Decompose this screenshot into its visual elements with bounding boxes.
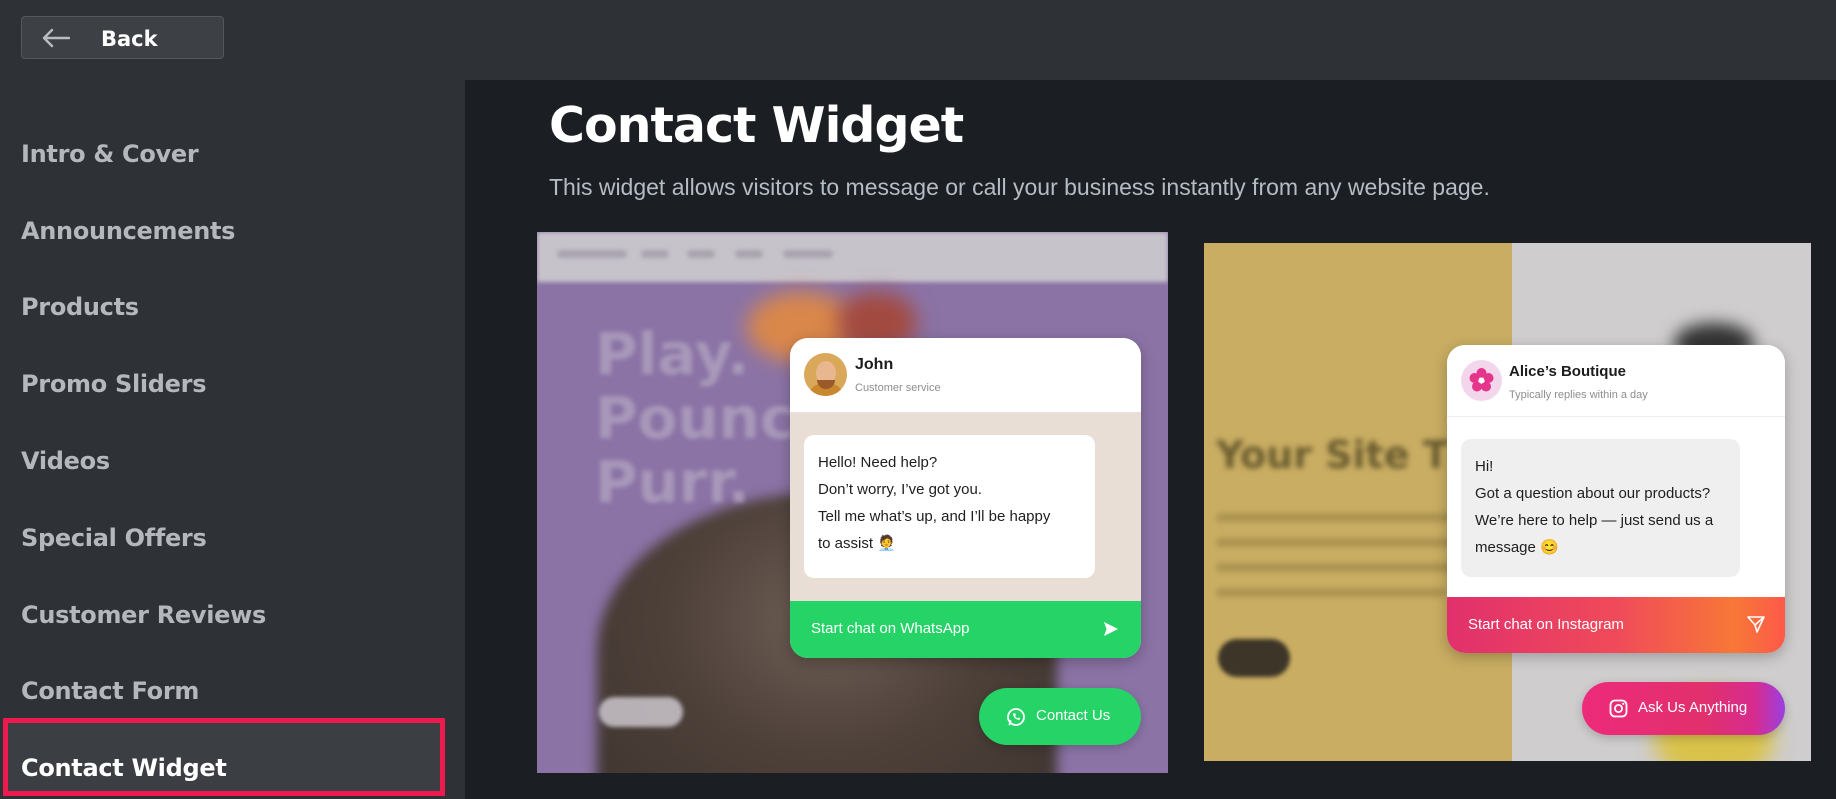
- message-line: Tell me what’s up, and I’ll be happy: [818, 508, 1051, 525]
- ask-us-anything-label: Ask Us Anything: [1638, 699, 1748, 716]
- top-bar: Back: [0, 0, 1836, 80]
- agent-name: Alice’s Boutique: [1509, 363, 1626, 380]
- chat-body: Hi! Got a question about our products? W…: [1447, 416, 1785, 597]
- message-line: Got a question about our products?: [1475, 485, 1711, 502]
- preview-nav-link: [783, 250, 833, 258]
- preview-text-line: [1216, 513, 1466, 522]
- sidebar-item-products[interactable]: Products: [21, 293, 139, 321]
- page-title: Contact Widget: [549, 97, 964, 154]
- message-line: Don’t worry, I’ve got you.: [818, 481, 982, 498]
- message-line: message 😊: [1475, 539, 1559, 556]
- cta-label: Start chat on Instagram: [1468, 616, 1624, 633]
- sidebar-item-announcements[interactable]: Announcements: [21, 217, 235, 245]
- preview-nav-link: [735, 250, 763, 258]
- flower-logo-icon: [1461, 360, 1502, 401]
- chat-card-header: Alice’s Boutique Typically replies withi…: [1447, 345, 1785, 416]
- chat-body: Hello! Need help? Don’t worry, I’ve got …: [790, 413, 1141, 602]
- message-line: Hi!: [1475, 458, 1494, 475]
- preview-site-button: [1218, 639, 1290, 677]
- preview-nav-link: [687, 250, 715, 258]
- agent-role: Customer service: [855, 382, 941, 394]
- sidebar-item-contact-form[interactable]: Contact Form: [21, 677, 199, 705]
- sidebar-item-videos[interactable]: Videos: [21, 447, 110, 475]
- sidebar-item-intro-cover[interactable]: Intro & Cover: [21, 140, 199, 168]
- message-line: Hello! Need help?: [818, 454, 938, 471]
- contact-us-label: Contact Us: [1036, 707, 1111, 724]
- sidebar-item-special-offers[interactable]: Special Offers: [21, 524, 207, 552]
- agent-role: Typically replies within a day: [1509, 389, 1648, 401]
- preview-hero-button: [599, 697, 683, 727]
- cta-label: Start chat on WhatsApp: [811, 620, 970, 637]
- sidebar-item-customer-reviews[interactable]: Customer Reviews: [21, 601, 266, 629]
- chat-card-header: John Customer service: [790, 338, 1141, 413]
- preview-text-line: [1216, 588, 1446, 597]
- message-line: to assist 🧑‍💼: [818, 535, 896, 552]
- start-whatsapp-chat-button[interactable]: Start chat on WhatsApp: [790, 601, 1141, 658]
- back-button[interactable]: Back: [21, 16, 224, 59]
- preview-text-line: [1216, 538, 1476, 547]
- message-line: We’re here to help — just send us a: [1475, 512, 1714, 529]
- whatsapp-chat-card: John Customer service Hello! Need help? …: [790, 338, 1141, 658]
- preview-text-line: [1216, 563, 1471, 572]
- start-instagram-chat-button[interactable]: Start chat on Instagram: [1447, 597, 1785, 653]
- contact-us-button[interactable]: Contact Us: [979, 688, 1141, 745]
- back-button-label: Back: [101, 27, 158, 51]
- preview-site-header: [537, 232, 1168, 282]
- sidebar-item-contact-widget[interactable]: Contact Widget: [21, 754, 227, 782]
- ask-us-anything-button[interactable]: Ask Us Anything: [1582, 682, 1785, 735]
- chat-message-bubble: Hello! Need help? Don’t worry, I’ve got …: [804, 435, 1095, 578]
- agent-name: John: [855, 356, 894, 373]
- send-icon: [1104, 622, 1118, 636]
- whatsapp-icon: [1007, 708, 1025, 726]
- arrow-left-icon: [42, 28, 70, 48]
- instagram-icon: [1609, 699, 1628, 718]
- paper-plane-icon: [1747, 616, 1765, 633]
- preview-nav-link: [641, 250, 669, 258]
- instagram-chat-card: Alice’s Boutique Typically replies withi…: [1447, 345, 1785, 653]
- page-description: This widget allows visitors to message o…: [549, 174, 1490, 200]
- chat-message-bubble: Hi! Got a question about our products? W…: [1461, 439, 1740, 577]
- agent-avatar: [804, 353, 847, 396]
- sidebar-item-promo-sliders[interactable]: Promo Sliders: [21, 370, 206, 398]
- preview-nav-logo: [557, 250, 627, 258]
